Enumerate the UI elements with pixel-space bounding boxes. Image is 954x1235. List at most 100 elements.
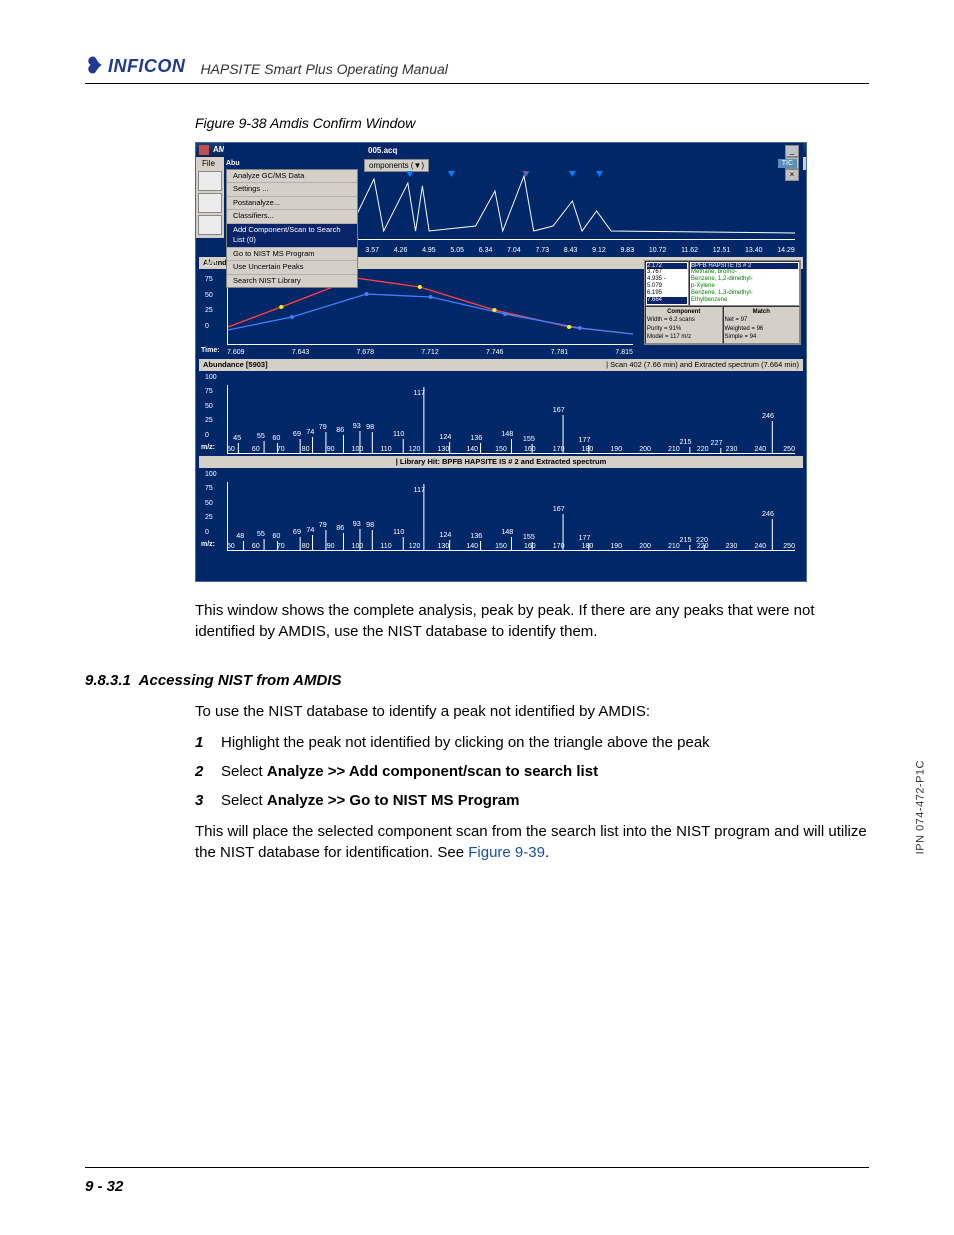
analyze-dropdown: Analyze GC/MS Data Settings ... Postanal…: [226, 169, 358, 289]
paragraph-3: This will place the selected component s…: [195, 821, 869, 863]
spectrum-panel-2: | Library Hit: BPFB HAPSITE IS # 2 and E…: [199, 456, 803, 551]
dd-uncertain-peaks[interactable]: Use Uncertain Peaks: [227, 261, 357, 275]
time-row[interactable]: 7.664: [647, 297, 687, 304]
comp-row: Model = 117 m/z: [647, 333, 721, 341]
spectrum-chart-2[interactable]: 485560 697479 869398 110117124 136148155…: [227, 482, 795, 551]
results-box: 2.172 3.767 4.935 - 5.079 6.195 7.664 BP…: [644, 260, 801, 345]
step-text: Highlight the peak not identified by cli…: [221, 732, 710, 753]
compound-row[interactable]: Methane, bromo-: [691, 269, 798, 276]
inner-minimize-icon[interactable]: _: [785, 145, 799, 157]
spectrum-chart-1[interactable]: 455560 697479 869398 110117124 136148155…: [227, 385, 795, 454]
tick: 50: [205, 499, 217, 509]
svg-text:60: 60: [272, 532, 280, 540]
tick: 60: [252, 542, 260, 552]
x-ticks-2: 7.609 7.643 7.678 7.712 7.746 7.781 7.81…: [227, 348, 633, 358]
step-prefix: Select: [221, 763, 267, 780]
tool-button-3[interactable]: [198, 215, 222, 235]
tick: 140: [466, 445, 478, 455]
tool-button-2[interactable]: [198, 193, 222, 213]
tool-button-1[interactable]: [198, 171, 222, 191]
tick: 210: [668, 445, 680, 455]
compound-row[interactable]: Benzene, 1,2-dimethyl-: [691, 276, 798, 283]
tick: 75: [205, 275, 217, 285]
dd-goto-nist[interactable]: Go to NIST MS Program: [227, 248, 357, 262]
svg-text:124: 124: [439, 531, 451, 539]
tick: 7.678: [356, 348, 374, 358]
step-1: 1 Highlight the peak not identified by c…: [195, 732, 869, 753]
y-axis-label: Abu: [226, 159, 240, 169]
time-row[interactable]: 3.767: [647, 269, 687, 276]
tic-badge: TIC: [778, 159, 797, 169]
spectrum-panel-1: Abundance [5903] | Scan 402 (7.66 min) a…: [199, 359, 803, 454]
tick: 4.26: [394, 246, 408, 256]
compound-row[interactable]: p-Xylene: [691, 283, 798, 290]
svg-text:60: 60: [272, 434, 280, 442]
page-header: ❥ INFICON HAPSITE Smart Plus Operating M…: [85, 55, 869, 84]
step-text: Select Analyze >> Go to NIST MS Program: [221, 790, 519, 811]
section-heading: 9.8.3.1 Accessing NIST from AMDIS: [85, 670, 869, 691]
tick: 190: [610, 445, 622, 455]
dd-classifiers[interactable]: Classifiers...: [227, 210, 357, 224]
tick: 130: [438, 445, 450, 455]
brand-text: INFICON: [108, 56, 186, 77]
tick: 0: [205, 322, 217, 332]
tick: 100: [205, 470, 217, 480]
dd-settings[interactable]: Settings ...: [227, 183, 357, 197]
time-row[interactable]: 6.195: [647, 290, 687, 297]
tick: 110: [380, 445, 391, 455]
svg-text:98: 98: [366, 521, 374, 529]
menu-file[interactable]: File: [202, 158, 215, 169]
tick: 7.746: [486, 348, 504, 358]
tick: 200: [639, 445, 651, 455]
dd-postanalyze[interactable]: Postanalyze...: [227, 197, 357, 211]
figure-caption: Figure 9-38 Amdis Confirm Window: [195, 114, 869, 134]
panel4-header: | Library Hit: BPFB HAPSITE IS # 2 and E…: [199, 456, 803, 469]
tick: 0: [205, 431, 217, 441]
tick: 160: [524, 542, 536, 552]
tick: 100: [205, 373, 217, 383]
svg-text:124: 124: [439, 433, 451, 441]
y-ticks-3: 100 75 50 25 0: [205, 373, 217, 441]
tick: 75: [205, 387, 217, 397]
match-header: Match: [725, 308, 799, 316]
tick: 25: [205, 416, 217, 426]
time-row[interactable]: 4.935 -: [647, 276, 687, 283]
compound-row[interactable]: BPFB HAPSITE IS # 2: [691, 263, 798, 270]
time-row[interactable]: 5.079: [647, 283, 687, 290]
tick: 11.62: [681, 246, 698, 256]
tick: 240: [754, 445, 766, 455]
tick: 220: [697, 445, 709, 455]
tick: 50: [227, 542, 235, 552]
time-row[interactable]: 2.172: [647, 263, 687, 270]
svg-text:117: 117: [414, 486, 426, 494]
tick: 210: [668, 542, 680, 552]
dd-analyze-gcms[interactable]: Analyze GC/MS Data: [227, 170, 357, 184]
amdis-window: AMDIS-Chromatogram - Component Mode - CA…: [195, 142, 807, 582]
svg-text:79: 79: [319, 521, 327, 529]
tick: 6.34: [479, 246, 493, 256]
compound-row[interactable]: Benzene, 1,3-dimethyl-: [691, 290, 798, 297]
svg-text:167: 167: [553, 406, 565, 414]
match-row: Net = 97: [725, 316, 799, 324]
svg-text:98: 98: [366, 423, 374, 431]
tick: 7.712: [421, 348, 439, 358]
comp-row: Purity = 91%: [647, 325, 721, 333]
dd-search-nist[interactable]: Search NIST Library: [227, 275, 357, 288]
x-axis-label-3: m/z:: [201, 443, 215, 453]
tick: 90: [327, 445, 335, 455]
tick: 50: [205, 402, 217, 412]
dd-add-component[interactable]: Add Component/Scan to Search List (0): [227, 224, 357, 248]
section-title: Accessing NIST from AMDIS: [139, 672, 342, 689]
tick: 7.815: [615, 348, 633, 358]
step-bold: Analyze >> Go to NIST MS Program: [267, 792, 520, 809]
tick: 70: [277, 542, 285, 552]
compound-row[interactable]: Ethylbenzene: [691, 297, 798, 304]
figure-link[interactable]: Figure 9-39: [468, 844, 545, 861]
tick: 100: [205, 260, 217, 270]
svg-text:79: 79: [319, 423, 327, 431]
svg-text:246: 246: [762, 412, 774, 420]
panel4-title: | Library Hit: BPFB HAPSITE IS # 2 and E…: [396, 457, 606, 468]
tick: 230: [726, 445, 738, 455]
brand-logo: ❥ INFICON: [85, 55, 185, 77]
spectrum-bars-1: 455560 697479 869398 110117124 136148155…: [228, 385, 795, 453]
